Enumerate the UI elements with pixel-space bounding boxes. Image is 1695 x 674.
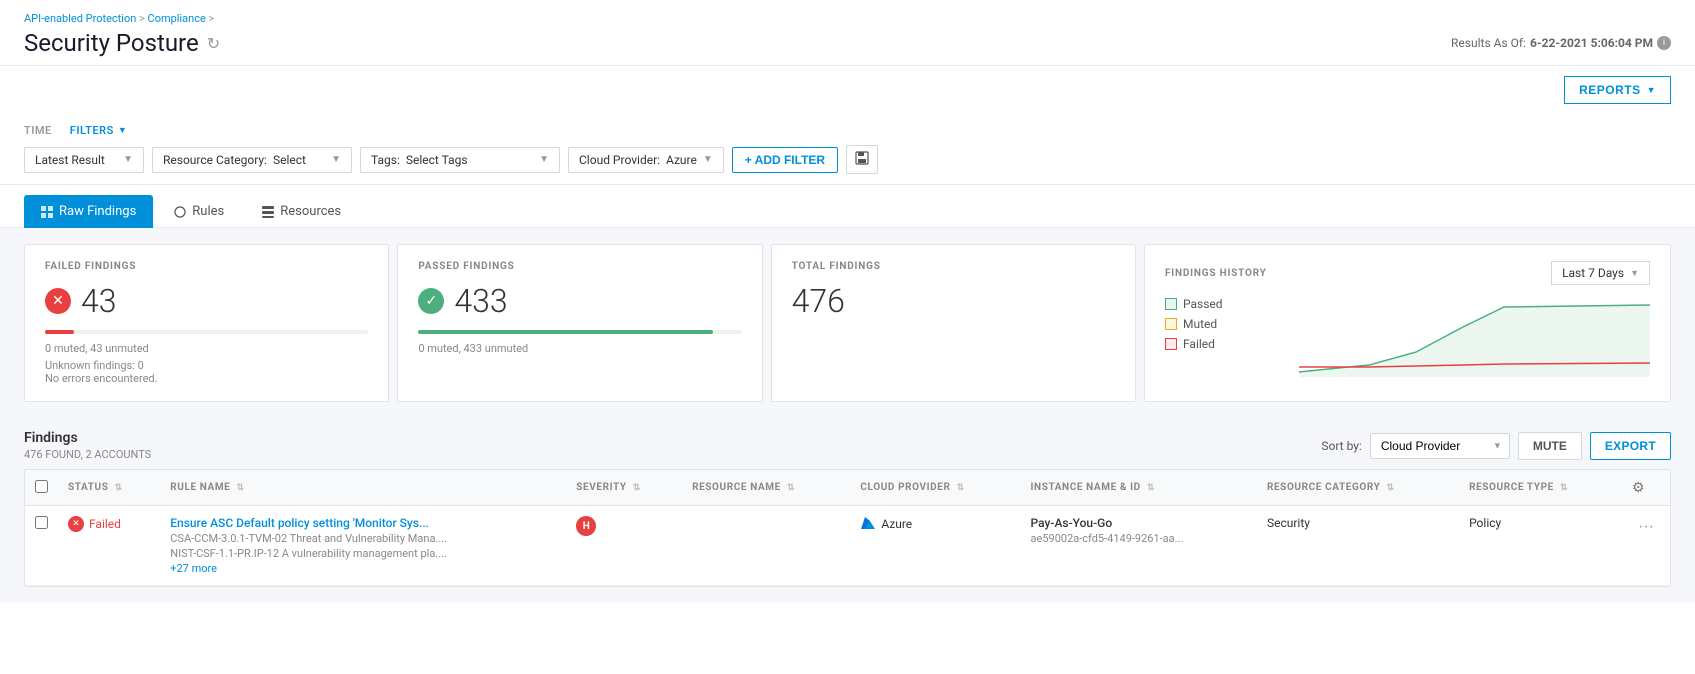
export-button[interactable]: EXPORT <box>1590 432 1671 460</box>
resource-type-cell: Policy <box>1459 506 1622 586</box>
chevron-down-icon: ▼ <box>118 125 127 136</box>
col-header-instance-name: INSTANCE NAME & ID ⇅ <box>1021 470 1257 506</box>
findings-title: Findings <box>24 430 151 446</box>
sort-arrows-resource-type[interactable]: ⇅ <box>1560 483 1568 493</box>
page-title: Security Posture <box>24 29 199 57</box>
col-header-status: STATUS ⇅ <box>58 470 160 506</box>
time-filter-select[interactable]: Latest Result ▼ <box>24 147 144 173</box>
info-icon[interactable]: i <box>1657 36 1671 50</box>
reports-button[interactable]: REPORTS ▼ <box>1564 76 1671 104</box>
passed-legend-box <box>1165 298 1177 310</box>
legend-failed: Failed <box>1165 337 1223 351</box>
sort-arrows-instance[interactable]: ⇅ <box>1147 483 1155 493</box>
chevron-down-icon: ▼ <box>1647 85 1656 95</box>
col-header-cloud-provider: CLOUD PROVIDER ⇅ <box>850 470 1020 506</box>
resources-icon <box>262 206 274 218</box>
chart-legend: Passed Muted Failed <box>1165 297 1223 369</box>
failed-findings-card: FAILED FINDINGS ✕ 43 0 muted, 43 unmuted… <box>24 244 389 402</box>
chevron-down-icon: ▼ <box>331 154 341 165</box>
table-row: ✕ Failed Ensure ASC Default policy setti… <box>25 506 1670 586</box>
legend-passed: Passed <box>1165 297 1223 311</box>
col-header-resource-category: RESOURCE CATEGORY ⇅ <box>1257 470 1459 506</box>
col-header-resource-name: RESOURCE NAME ⇅ <box>682 470 850 506</box>
passed-icon: ✓ <box>418 288 444 314</box>
grid-icon <box>41 206 53 218</box>
tab-rules[interactable]: Rules <box>157 195 241 228</box>
sort-by-label: Sort by: <box>1321 439 1362 453</box>
sort-arrows-status[interactable]: ⇅ <box>115 483 123 493</box>
table-settings-button[interactable]: ⚙ <box>1632 479 1645 496</box>
more-rules-link[interactable]: +27 more <box>170 562 556 575</box>
select-all-checkbox[interactable] <box>35 480 48 493</box>
sort-arrows-cloud-provider[interactable]: ⇅ <box>957 483 965 493</box>
severity-badge: H <box>576 516 596 536</box>
tabs-row: Raw Findings Rules Resources <box>0 185 1695 228</box>
findings-chart <box>1299 297 1650 377</box>
chevron-down-icon: ▼ <box>539 154 549 165</box>
row-actions-button[interactable]: ··· <box>1632 516 1660 538</box>
rules-icon <box>174 206 186 218</box>
col-header-resource-type: RESOURCE TYPE ⇅ <box>1459 470 1622 506</box>
add-filter-button[interactable]: + ADD FILTER <box>732 147 838 173</box>
time-range-select[interactable]: Last 7 Days ▼ <box>1551 261 1650 285</box>
status-cell: ✕ Failed <box>68 516 150 532</box>
sort-by-select[interactable]: Cloud Provider <box>1370 433 1510 459</box>
cloud-provider-select[interactable]: Cloud Provider: Azure ▼ <box>568 147 724 173</box>
azure-icon <box>860 516 876 532</box>
sort-arrows-rule[interactable]: ⇅ <box>237 483 245 493</box>
total-findings-card: TOTAL FINDINGS 476 <box>771 244 1136 402</box>
failed-icon: ✕ <box>45 288 71 314</box>
col-header-rule-name: RULE NAME ⇅ <box>160 470 566 506</box>
sort-arrows-resource-name[interactable]: ⇅ <box>787 483 795 493</box>
rule-name-cell: Ensure ASC Default policy setting 'Monit… <box>160 506 566 586</box>
instance-name-cell: Pay-As-You-Go ae59002a-cfd5-4149-9261-aa… <box>1021 506 1257 586</box>
legend-muted: Muted <box>1165 317 1223 331</box>
failed-legend-box <box>1165 338 1177 350</box>
mute-button[interactable]: MUTE <box>1518 432 1582 460</box>
tab-raw-findings[interactable]: Raw Findings <box>24 195 153 228</box>
passed-bar <box>418 330 712 334</box>
results-as-of: Results As Of: 6-22-2021 5:06:04 PM i <box>1451 36 1671 50</box>
failed-bar <box>45 330 74 334</box>
resource-category-select[interactable]: Resource Category: Select ▼ <box>152 147 352 173</box>
resource-category-cell: Security <box>1257 506 1459 586</box>
tags-select[interactable]: Tags: Select Tags ▼ <box>360 147 560 173</box>
findings-table-wrapper: STATUS ⇅ RULE NAME ⇅ SEVERITY ⇅ RESOUR <box>24 469 1671 587</box>
tab-resources[interactable]: Resources <box>245 195 358 228</box>
severity-cell: H <box>566 506 682 586</box>
cloud-provider-cell: Azure <box>850 506 1020 586</box>
refresh-icon[interactable]: ↻ <box>207 34 220 53</box>
time-label: TIME <box>24 124 52 137</box>
chevron-down-icon: ▼ <box>703 154 713 165</box>
resource-name-cell <box>682 506 850 586</box>
findings-subtitle: 476 FOUND, 2 ACCOUNTS <box>24 448 151 461</box>
passed-findings-card: PASSED FINDINGS ✓ 433 0 muted, 433 unmut… <box>397 244 762 402</box>
filters-label[interactable]: FILTERS ▼ <box>70 124 127 137</box>
findings-table: STATUS ⇅ RULE NAME ⇅ SEVERITY ⇅ RESOUR <box>25 470 1670 586</box>
findings-history-card: FINDINGS HISTORY Last 7 Days ▼ Passed Mu… <box>1144 244 1671 402</box>
save-filter-button[interactable] <box>846 145 878 174</box>
breadcrumb: API-enabled Protection > Compliance > <box>24 12 1671 25</box>
save-icon <box>855 151 869 165</box>
row-failed-icon: ✕ <box>68 516 84 532</box>
muted-legend-box <box>1165 318 1177 330</box>
col-header-severity: SEVERITY ⇅ <box>566 470 682 506</box>
chevron-down-icon: ▼ <box>123 154 133 165</box>
sort-arrows-severity[interactable]: ⇅ <box>633 483 641 493</box>
row-checkbox[interactable] <box>35 516 48 529</box>
sort-arrows-resource-category[interactable]: ⇅ <box>1387 483 1395 493</box>
chevron-down-icon: ▼ <box>1630 268 1639 279</box>
